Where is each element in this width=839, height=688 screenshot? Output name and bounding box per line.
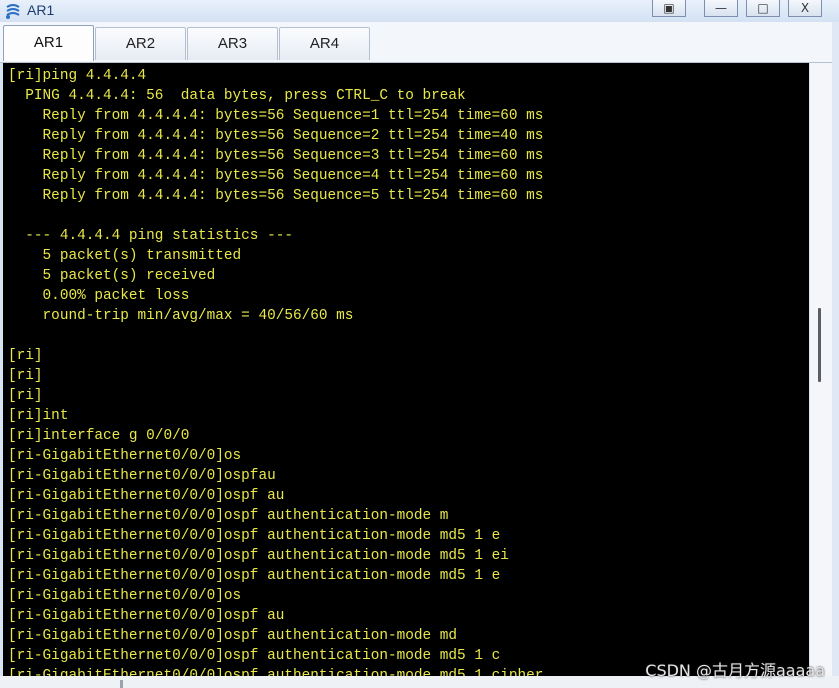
close-icon: X: [800, 1, 810, 15]
tab-ar2[interactable]: AR2: [95, 27, 186, 60]
terminal-line: [ri-GigabitEthernet0/0/0]ospf au: [8, 488, 285, 504]
tab-ar1[interactable]: AR1: [3, 25, 94, 61]
terminal-line: [ri-GigabitEthernet0/0/0]ospf au: [8, 608, 285, 624]
terminal-line: Reply from 4.4.4.4: bytes=56 Sequence=4 …: [8, 168, 544, 184]
terminal-line: round-trip min/avg/max = 40/56/60 ms: [8, 308, 354, 324]
router-icon: [6, 4, 20, 19]
terminal-line: [ri]: [8, 368, 43, 384]
terminal-line: [ri]ping 4.4.4.4: [8, 68, 147, 84]
restore-icon: ▣: [663, 1, 675, 15]
terminal-line: [ri]interface g 0/0/0: [8, 428, 190, 444]
terminal-line: [ri-GigabitEthernet0/0/0]os: [8, 588, 242, 604]
terminal-line: Reply from 4.4.4.4: bytes=56 Sequence=2 …: [8, 128, 544, 144]
terminal-line: Reply from 4.4.4.4: bytes=56 Sequence=3 …: [8, 148, 544, 164]
maximize-icon: □: [757, 1, 769, 15]
minimize-button[interactable]: —: [704, 0, 738, 17]
watermark-text: CSDN @古月方源aaaaa: [645, 661, 825, 680]
terminal-line: [ri-GigabitEthernet0/0/0]ospf authentica…: [8, 508, 449, 524]
vertical-scrollbar[interactable]: [810, 63, 832, 676]
minimize-icon: —: [715, 1, 727, 15]
terminal-line: PING 4.4.4.4: 56 data bytes, press CTRL_…: [8, 88, 466, 104]
scrollbar-thumb[interactable]: [818, 308, 821, 382]
terminal-line: 0.00% packet loss: [8, 288, 190, 304]
tab-ar3[interactable]: AR3: [187, 27, 278, 60]
terminal-line: Reply from 4.4.4.4: bytes=56 Sequence=1 …: [8, 108, 544, 124]
window-frame-edge: [832, 22, 839, 688]
terminal-line: [ri-GigabitEthernet0/0/0]os: [8, 448, 242, 464]
terminal-line: [ri-GigabitEthernet0/0/0]ospf authentica…: [8, 568, 501, 584]
maximize-button[interactable]: □: [746, 0, 780, 17]
terminal-line: [ri]int: [8, 408, 69, 424]
terminal-line: --- 4.4.4.4 ping statistics ---: [8, 228, 293, 244]
terminal-line: 5 packet(s) transmitted: [8, 248, 242, 264]
close-button[interactable]: X: [788, 0, 822, 17]
terminal-line: 5 packet(s) received: [8, 268, 216, 284]
terminal-text: [ri]ping 4.4.4.4 PING 4.4.4.4: 56 data b…: [3, 63, 809, 676]
window-title: AR1: [27, 2, 55, 18]
terminal-line: [ri]: [8, 388, 43, 404]
router-console-window: AR1 ▣ — □ X AR1 AR2 AR3 AR4 [ri]ping 4.4…: [0, 0, 839, 688]
terminal-line: [ri-GigabitEthernet0/0/0]ospf authentica…: [8, 548, 509, 564]
device-tab-bar: AR1 AR2 AR3 AR4: [0, 22, 839, 63]
restore-button[interactable]: ▣: [652, 0, 686, 17]
terminal-line: [ri-GigabitEthernet0/0/0]ospf authentica…: [8, 628, 458, 644]
terminal-line: Reply from 4.4.4.4: bytes=56 Sequence=5 …: [8, 188, 544, 204]
terminal-line: [ri-GigabitEthernet0/0/0]ospf authentica…: [8, 528, 501, 544]
title-bar[interactable]: AR1 ▣ — □ X: [0, 0, 839, 22]
terminal-line: [ri-GigabitEthernet0/0/0]ospfau: [8, 468, 276, 484]
resize-grip[interactable]: [120, 680, 123, 688]
terminal-output[interactable]: [ri]ping 4.4.4.4 PING 4.4.4.4: 56 data b…: [3, 63, 809, 676]
terminal-line: [ri]: [8, 348, 43, 364]
tab-ar4[interactable]: AR4: [279, 27, 370, 60]
